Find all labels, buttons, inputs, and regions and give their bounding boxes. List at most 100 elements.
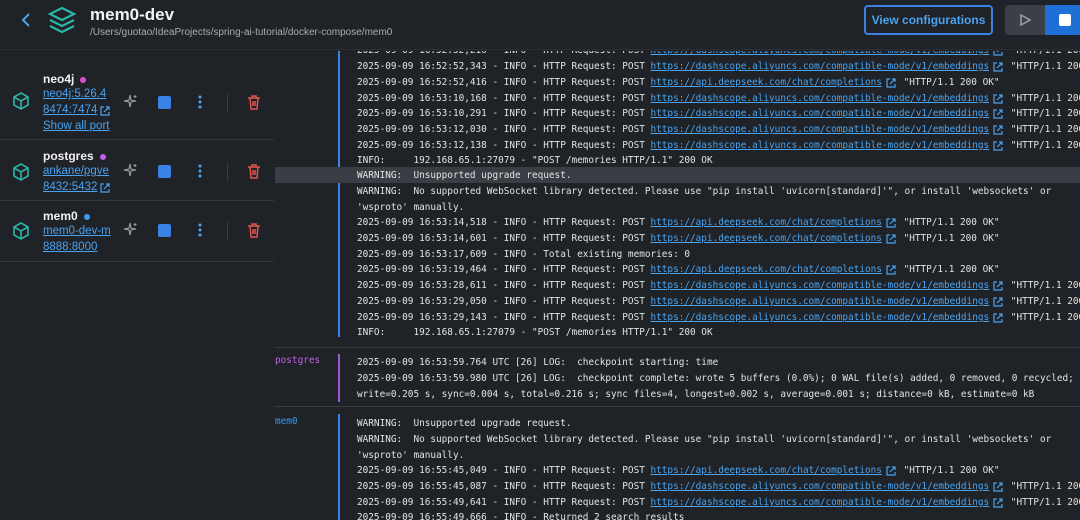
container-name: postgres <box>43 149 106 163</box>
log-link[interactable]: https://dashscope.aliyuncs.com/compatibl… <box>651 296 990 307</box>
view-configurations-button[interactable]: View configurations <box>864 5 993 35</box>
external-link-icon[interactable] <box>886 77 896 88</box>
sparkle-icon[interactable] <box>122 222 138 238</box>
log-line: 2025-09-09 16:53:10,168 - INFO - HTTP Re… <box>357 93 1080 104</box>
log-line: INFO: 192.168.65.1:27079 - "POST /memori… <box>357 155 713 166</box>
external-link-icon[interactable] <box>993 497 1003 508</box>
log-group-separator <box>275 406 1080 407</box>
container-list: neo4j neo4j:5.26.4 8474:7474 Show all po… <box>0 51 274 520</box>
log-link[interactable]: https://api.deepseek.com/chat/completion… <box>651 233 882 244</box>
log-line: 2025-09-09 16:53:19,464 - INFO - HTTP Re… <box>357 264 1000 275</box>
log-line: WARNING: No supported WebSocket library … <box>357 186 1052 197</box>
log-link[interactable]: https://dashscope.aliyuncs.com/compatibl… <box>651 51 990 56</box>
delete-icon[interactable] <box>246 163 262 179</box>
container-port-link[interactable]: 8888:8000 <box>43 241 98 253</box>
external-link-icon[interactable] <box>886 264 896 275</box>
start-button[interactable] <box>1005 5 1045 35</box>
log-line: INFO: 192.168.65.1:27079 - "POST /memori… <box>357 327 713 338</box>
log-line: 2025-09-09 16:53:14,601 - INFO - HTTP Re… <box>357 233 1000 244</box>
log-link[interactable]: https://api.deepseek.com/chat/completion… <box>651 264 882 275</box>
stop-container-button[interactable] <box>158 96 171 109</box>
external-link-icon[interactable] <box>993 51 1003 56</box>
log-line: 2025-09-09 16:53:17,609 - INFO - Total e… <box>357 249 691 260</box>
log-line: 2025-09-09 16:53:10,291 - INFO - HTTP Re… <box>357 108 1080 119</box>
external-link-icon[interactable] <box>993 93 1003 104</box>
container-row-postgres[interactable]: postgres ankane/pgve 8432:5432 <box>0 140 274 201</box>
log-link[interactable]: https://api.deepseek.com/chat/completion… <box>651 77 882 88</box>
project-path: /Users/guotao/IdeaProjects/spring-ai-tut… <box>90 27 393 38</box>
external-link-icon[interactable] <box>993 140 1003 151</box>
delete-icon[interactable] <box>246 94 262 110</box>
container-name: neo4j <box>43 72 87 86</box>
more-options-icon[interactable] <box>192 94 208 110</box>
log-line: 2025-09-09 16:55:49,666 - INFO - Returne… <box>357 512 685 520</box>
external-link-icon[interactable] <box>100 183 110 193</box>
log-link[interactable]: https://dashscope.aliyuncs.com/compatibl… <box>651 124 990 135</box>
log-line: write=0.205 s, sync=0.004 s, total=0.216… <box>357 389 1035 400</box>
stop-button[interactable] <box>1045 5 1080 35</box>
external-link-icon[interactable] <box>100 106 110 116</box>
log-service-label: mem0 <box>275 416 298 427</box>
log-line: 2025-09-09 16:55:45,049 - INFO - HTTP Re… <box>357 465 1000 476</box>
container-row-mem0[interactable]: mem0 mem0-dev-m 8888:8000 <box>0 201 274 262</box>
container-port-link[interactable]: 8432:5432 <box>43 181 98 193</box>
log-group-bar <box>338 354 340 402</box>
log-link[interactable]: https://api.deepseek.com/chat/completion… <box>651 217 882 228</box>
log-link[interactable]: https://dashscope.aliyuncs.com/compatibl… <box>651 481 990 492</box>
log-line: WARNING: No supported WebSocket library … <box>357 434 1052 445</box>
log-link[interactable]: https://dashscope.aliyuncs.com/compatibl… <box>651 61 990 72</box>
log-link[interactable]: https://dashscope.aliyuncs.com/compatibl… <box>651 93 990 104</box>
sparkle-icon[interactable] <box>122 163 138 179</box>
more-options-icon[interactable] <box>192 222 208 238</box>
external-link-icon[interactable] <box>993 296 1003 307</box>
more-options-icon[interactable] <box>192 163 208 179</box>
stop-icon <box>1059 14 1071 26</box>
external-link-icon[interactable] <box>886 465 896 476</box>
divider <box>227 222 228 240</box>
external-link-icon[interactable] <box>993 481 1003 492</box>
container-cube-icon <box>13 222 29 240</box>
log-link[interactable]: https://dashscope.aliyuncs.com/compatibl… <box>651 280 990 291</box>
external-link-icon[interactable] <box>993 124 1003 135</box>
log-line: 2025-09-09 16:53:28,611 - INFO - HTTP Re… <box>357 280 1080 291</box>
external-link-icon[interactable] <box>886 233 896 244</box>
container-port-link[interactable]: 8474:7474 <box>43 104 98 116</box>
log-line: 2025-09-09 16:53:14,518 - INFO - HTTP Re… <box>357 217 1000 228</box>
run-controls <box>1005 5 1080 35</box>
back-arrow-icon[interactable] <box>18 11 36 29</box>
log-line: 2025-09-09 16:53:59.980 UTC [26] LOG: ch… <box>357 373 1074 384</box>
container-image-link[interactable]: mem0-dev-m <box>43 225 111 237</box>
external-link-icon[interactable] <box>993 312 1003 323</box>
log-line: 'wsproto' manually. <box>357 202 465 213</box>
show-all-ports-link[interactable]: Show all port <box>43 120 123 132</box>
log-service-label: postgres <box>275 355 321 366</box>
log-link[interactable]: https://dashscope.aliyuncs.com/compatibl… <box>651 140 990 151</box>
sparkle-icon[interactable] <box>122 94 138 110</box>
play-icon <box>1020 13 1032 27</box>
log-line: 2025-09-09 16:53:12,138 - INFO - HTTP Re… <box>357 140 1080 151</box>
stop-container-button[interactable] <box>158 224 171 237</box>
status-dot <box>80 76 87 83</box>
log-link[interactable]: https://dashscope.aliyuncs.com/compatibl… <box>651 108 990 119</box>
status-dot <box>83 213 90 220</box>
external-link-icon[interactable] <box>993 108 1003 119</box>
log-link[interactable]: https://dashscope.aliyuncs.com/compatibl… <box>651 497 990 508</box>
divider <box>227 163 228 181</box>
stack-icon <box>47 6 77 34</box>
log-line: 2025-09-09 16:53:29,050 - INFO - HTTP Re… <box>357 296 1080 307</box>
app-header: mem0-dev /Users/guotao/IdeaProjects/spri… <box>0 0 1080 50</box>
log-link[interactable]: https://dashscope.aliyuncs.com/compatibl… <box>651 312 990 323</box>
delete-icon[interactable] <box>246 222 262 238</box>
stop-container-button[interactable] <box>158 165 171 178</box>
container-image-link[interactable]: neo4j:5.26.4 <box>43 88 113 100</box>
external-link-icon[interactable] <box>993 280 1003 291</box>
external-link-icon[interactable] <box>993 61 1003 72</box>
container-name: mem0 <box>43 209 90 223</box>
log-line: 'wsproto' manually. <box>357 450 465 461</box>
log-link[interactable]: https://api.deepseek.com/chat/completion… <box>651 465 882 476</box>
container-row-neo4j[interactable]: neo4j neo4j:5.26.4 8474:7474 Show all po… <box>0 51 274 140</box>
external-link-icon[interactable] <box>886 217 896 228</box>
log-line: 2025-09-09 16:53:59.764 UTC [26] LOG: ch… <box>357 357 719 368</box>
log-viewer[interactable]: postgres mem0 2025-09-09 16:52:52,216 - IN… <box>275 51 1080 520</box>
container-image-link[interactable]: ankane/pgve <box>43 165 111 177</box>
